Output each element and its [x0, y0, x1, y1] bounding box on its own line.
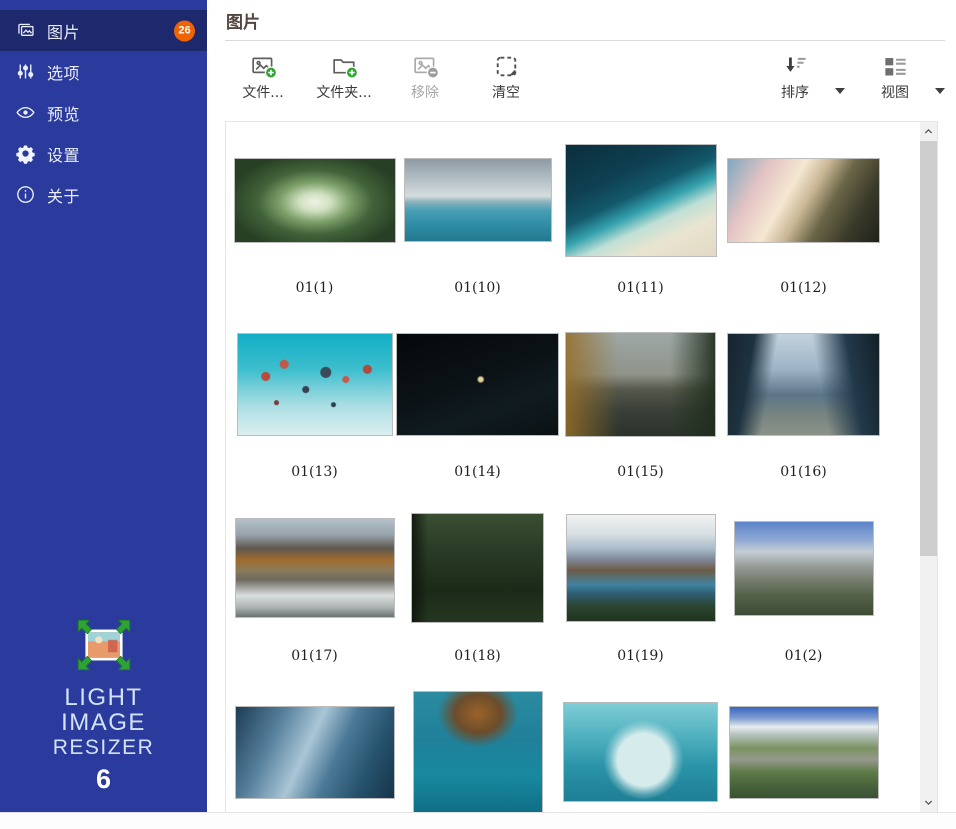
thumbnail-image[interactable]: [237, 333, 393, 436]
clear-icon: [493, 53, 520, 80]
gallery-item[interactable]: [233, 674, 396, 812]
sidebar-item-images[interactable]: 图片 26: [0, 10, 207, 51]
toolbar-left-group: 文件... 文件夹... 移除 清空: [227, 50, 542, 105]
thumbnail-image[interactable]: [727, 333, 880, 436]
info-icon: [15, 184, 36, 205]
gallery-item[interactable]: 01(2): [722, 490, 885, 674]
scroll-down-button[interactable]: [920, 794, 937, 811]
gallery-item[interactable]: [396, 674, 559, 812]
sort-icon: [782, 53, 809, 80]
thumbnail-caption: 01(16): [780, 464, 827, 480]
thumbnail-caption: 01(14): [454, 464, 501, 480]
scrollbar[interactable]: [920, 122, 937, 812]
gallery-item[interactable]: 01(14): [396, 306, 559, 490]
thumbnail-caption: 01(13): [291, 464, 338, 480]
thumbnail-image[interactable]: [734, 521, 874, 616]
app-logo-text: IMAGE: [0, 710, 207, 735]
gallery-item[interactable]: 01(1): [233, 122, 396, 306]
thumbnail-image[interactable]: [235, 706, 395, 799]
light-image-resizer-window: 图片 26 选项 预览 设置 关于 LIGHT IMAGE RESIZER 6 …: [0, 0, 956, 829]
thumbnail-caption: 01(17): [291, 648, 338, 664]
sidebar-item-options[interactable]: 选项: [0, 51, 207, 92]
gallery-item[interactable]: 01(10): [396, 122, 559, 306]
thumbnail-caption: 01(1): [296, 280, 334, 296]
sort-button[interactable]: 排序: [759, 50, 831, 105]
thumbnail-image[interactable]: [566, 514, 716, 622]
gallery-item[interactable]: 01(16): [722, 306, 885, 490]
thumbnail-image[interactable]: [235, 518, 395, 618]
thumbnail-image[interactable]: [727, 158, 880, 243]
page-title: 图片: [226, 8, 260, 33]
add-folder-icon: [331, 53, 358, 80]
sliders-icon: [15, 61, 36, 82]
view-icon: [882, 53, 909, 80]
thumbnail-grid: 01(1) 01(10) 01(11) 01(12) 01(13) 01(14)…: [226, 122, 919, 812]
thumbnail-caption: 01(18): [454, 648, 501, 664]
sidebar-nav: 图片 26 选项 预览 设置 关于: [0, 0, 207, 215]
title-divider: [225, 40, 945, 41]
add-file-icon: [250, 53, 277, 80]
thumbnail-image[interactable]: [563, 702, 718, 802]
gallery-item[interactable]: 01(17): [233, 490, 396, 674]
clear-list-button[interactable]: 清空: [470, 50, 542, 105]
gallery-item[interactable]: 01(13): [233, 306, 396, 490]
thumbnail-image[interactable]: [411, 513, 544, 623]
thumbnail-image[interactable]: [234, 158, 396, 243]
app-logo: LIGHT IMAGE RESIZER 6: [0, 615, 207, 795]
gear-icon: [15, 143, 36, 164]
images-icon: [15, 20, 36, 41]
sort-group: 排序: [759, 50, 845, 105]
scroll-up-button[interactable]: [920, 123, 937, 140]
view-button[interactable]: 视图: [859, 50, 931, 105]
thumbnail-caption: 01(19): [617, 648, 664, 664]
sidebar-item-settings[interactable]: 设置: [0, 133, 207, 174]
resizer-logo-icon: [71, 615, 137, 675]
main-content: 图片 文件... 文件夹... 移除 清空 排序 视图 01(1) 01(10): [207, 0, 956, 813]
sidebar-item-preview[interactable]: 预览: [0, 92, 207, 133]
eye-icon: [15, 102, 36, 123]
thumbnail-image[interactable]: [565, 144, 717, 257]
sidebar-item-about[interactable]: 关于: [0, 174, 207, 215]
thumbnail-caption: 01(15): [617, 464, 664, 480]
thumbnail-caption: 01(11): [617, 280, 664, 296]
sidebar: 图片 26 选项 预览 设置 关于 LIGHT IMAGE RESIZER 6: [0, 0, 207, 813]
thumbnail-caption: 01(2): [785, 648, 823, 664]
thumbnail-image[interactable]: [396, 333, 559, 436]
gallery-item[interactable]: [559, 674, 722, 812]
add-files-button[interactable]: 文件...: [227, 50, 299, 105]
view-dropdown-caret[interactable]: [935, 88, 945, 94]
app-logo-text: RESIZER: [0, 735, 207, 760]
toolbar: 文件... 文件夹... 移除 清空 排序 视图: [227, 50, 945, 114]
scrollbar-thumb[interactable]: [920, 141, 937, 556]
thumbnail-image[interactable]: [565, 332, 716, 437]
gallery-item[interactable]: 01(19): [559, 490, 722, 674]
image-count-badge: 26: [174, 20, 195, 41]
sort-dropdown-caret[interactable]: [835, 88, 845, 94]
thumbnail-image[interactable]: [729, 706, 879, 799]
gallery-item[interactable]: 01(11): [559, 122, 722, 306]
gallery-item[interactable]: 01(15): [559, 306, 722, 490]
image-list-panel: 01(1) 01(10) 01(11) 01(12) 01(13) 01(14)…: [225, 121, 938, 813]
thumbnail-image[interactable]: [404, 158, 552, 242]
thumbnail-caption: 01(12): [780, 280, 827, 296]
thumbnail-caption: 01(10): [454, 280, 501, 296]
gallery-item[interactable]: 01(12): [722, 122, 885, 306]
toolbar-right-group: 排序 视图: [759, 50, 945, 105]
add-folder-button[interactable]: 文件夹...: [308, 50, 380, 105]
gallery-item[interactable]: 01(18): [396, 490, 559, 674]
status-bar: [0, 812, 956, 829]
app-version: 6: [0, 764, 207, 795]
view-group: 视图: [859, 50, 945, 105]
remove-image-icon: [412, 53, 439, 80]
remove-image-button[interactable]: 移除: [389, 50, 461, 105]
app-logo-text: LIGHT: [0, 685, 207, 710]
thumbnail-image[interactable]: [413, 691, 543, 812]
gallery-item[interactable]: [722, 674, 885, 812]
